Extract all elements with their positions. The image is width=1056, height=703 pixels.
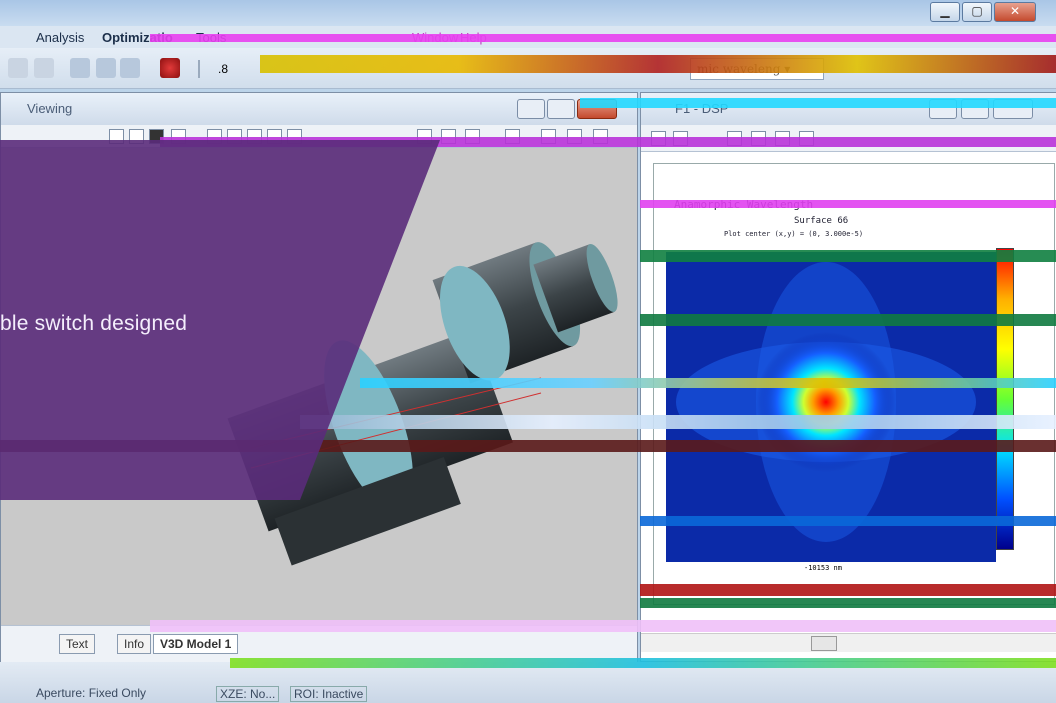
minimize-button[interactable]: ▁	[930, 2, 960, 22]
promo-overlay-text: ble switch designed	[0, 312, 188, 335]
glitch-stripe	[640, 200, 1056, 208]
viewer-minimize-button[interactable]	[517, 99, 545, 119]
redo-icon[interactable]	[96, 58, 116, 78]
status-xze: XZE: No...	[216, 686, 280, 702]
glitch-stripe	[640, 314, 1056, 326]
close-button[interactable]: ✕	[994, 2, 1036, 22]
maximize-button[interactable]: ▢	[962, 2, 992, 22]
menu-analysis[interactable]: Analysis	[36, 30, 84, 45]
glitch-stripe	[640, 516, 1056, 526]
viewer-maximize-button[interactable]	[547, 99, 575, 119]
plot-subtitle: Surface 66	[794, 216, 849, 226]
glitch-stripe	[580, 98, 1056, 108]
status-roi: ROI: Inactive	[290, 686, 368, 702]
horizontal-scrollbar[interactable]	[641, 633, 1056, 652]
tab-info[interactable]: Info	[117, 634, 152, 654]
status-aperture: Aperture: Fixed Only	[36, 686, 147, 700]
open-icon[interactable]	[8, 58, 28, 78]
glitch-stripe	[150, 34, 1056, 42]
title-bar: ▁ ▢ ✕	[0, 0, 1056, 26]
zoom-value: .8	[218, 62, 229, 76]
glitch-stripe	[150, 620, 1056, 632]
status-bar: Aperture: Fixed Only XZE: No... ROI: Ina…	[0, 662, 1056, 703]
glitch-stripe	[640, 584, 1056, 596]
save-icon[interactable]	[34, 58, 54, 78]
colorbar	[996, 248, 1014, 550]
stop-icon[interactable]	[160, 58, 180, 78]
plot-center-label: Plot center (x,y) = (0, 3.000e-5)	[724, 230, 864, 238]
glitch-stripe	[230, 658, 1056, 668]
undo-icon[interactable]	[70, 58, 90, 78]
viewer-title: Viewing	[27, 101, 73, 116]
viewer-titlebar: Viewing	[1, 93, 637, 125]
glitch-stripe	[640, 250, 1056, 262]
scrollbar-thumb[interactable]	[811, 636, 837, 651]
redo-dropdown-icon[interactable]	[120, 58, 140, 78]
glitch-stripe	[360, 378, 1056, 388]
glitch-stripe	[260, 55, 1056, 73]
toolbar-divider	[198, 60, 200, 78]
tab-text[interactable]: Text	[59, 634, 96, 654]
analysis-window: F1 - DSP Anamorphic Wavelength Surface 6…	[640, 92, 1056, 662]
axis-scale-label: -10153 nm	[804, 564, 842, 572]
tab-v3d-model[interactable]: V3D Model 1	[153, 634, 239, 654]
glitch-stripe	[640, 598, 1056, 608]
